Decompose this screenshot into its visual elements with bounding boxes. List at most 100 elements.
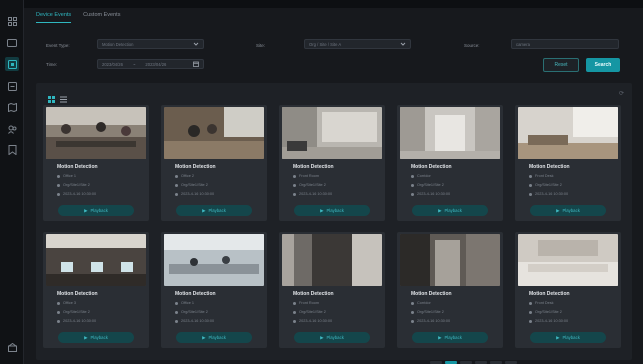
snapshot-image: [518, 234, 618, 286]
event-title: Motion Detection: [293, 291, 334, 297]
event-title: Motion Detection: [57, 164, 98, 170]
calendar-icon: [193, 61, 199, 68]
app-window: Device Events Custom Events Event Type: …: [0, 0, 643, 364]
playback-button[interactable]: ▶ Playback: [294, 205, 370, 216]
play-icon: ▶: [202, 334, 206, 340]
refresh-icon[interactable]: ⟳: [619, 90, 624, 97]
events-icon[interactable]: [5, 57, 19, 71]
playback-button[interactable]: ▶ Playback: [412, 205, 488, 216]
play-icon: ▶: [202, 207, 206, 213]
event-card[interactable]: Motion Detection Front Room Org/Site1/Si…: [279, 105, 385, 221]
event-time: 2023-4-16 10:30:00: [175, 319, 214, 323]
event-card[interactable]: Motion Detection Office 3 Org/Site1/Site…: [43, 232, 149, 348]
source-value: camera: [516, 41, 530, 47]
event-time: 2023-4-16 10:30:00: [175, 192, 214, 196]
event-device: Office 3: [57, 301, 76, 305]
camera-icon[interactable]: [5, 36, 19, 50]
event-site: Org/Site1/Site 2: [175, 183, 208, 187]
event-time: 2023-4-16 10:30:00: [293, 192, 332, 196]
event-device: Front Room: [293, 301, 319, 305]
results-panel: ⟳ Motion Detection Office 1 Org/Site1/Si…: [36, 83, 632, 360]
event-card[interactable]: Motion Detection Corridor Org/Site1/Site…: [397, 105, 503, 221]
event-tabs: Device Events Custom Events: [36, 12, 120, 23]
event-card[interactable]: Motion Detection Office 1 Org/Site1/Site…: [161, 232, 267, 348]
apps-icon[interactable]: [5, 14, 19, 28]
snapshot-image: [400, 107, 500, 159]
snapshot-image: [282, 107, 382, 159]
playback-button[interactable]: ▶ Playback: [412, 332, 488, 343]
snapshot-image: [46, 107, 146, 159]
event-time: 2023-4-16 10:30:00: [529, 192, 568, 196]
top-bar: [24, 0, 643, 8]
map-icon[interactable]: [5, 100, 19, 114]
playback-button[interactable]: ▶ Playback: [58, 205, 134, 216]
event-card[interactable]: Motion Detection Front Room Org/Site1/Si…: [279, 232, 385, 348]
play-icon: ▶: [438, 334, 442, 340]
site-select[interactable]: Org / Site / Site A: [304, 39, 411, 49]
event-card[interactable]: Motion Detection Office 1 Org/Site1/Site…: [43, 105, 149, 221]
event-title: Motion Detection: [57, 291, 98, 297]
event-site: Org/Site1/Site 2: [293, 183, 326, 187]
event-time: 2023-4-16 10:30:00: [411, 192, 450, 196]
site-value: Org / Site / Site A: [309, 41, 342, 47]
event-device: Front Desk: [529, 301, 554, 305]
event-title: Motion Detection: [175, 164, 216, 170]
event-site: Org/Site1/Site 2: [57, 310, 90, 314]
event-title: Motion Detection: [411, 164, 452, 170]
event-site: Org/Site1/Site 2: [411, 183, 444, 187]
search-button[interactable]: Search: [586, 58, 620, 72]
snapshot-image: [518, 107, 618, 159]
source-label: Source:: [464, 43, 480, 48]
playback-button[interactable]: ▶ Playback: [530, 205, 606, 216]
snapshot-image: [400, 234, 500, 286]
event-type-select[interactable]: Motion Detection: [97, 39, 204, 49]
event-card[interactable]: Motion Detection Front Desk Org/Site1/Si…: [515, 105, 621, 221]
chevron-down-icon: [193, 41, 199, 48]
event-device: Office 2: [175, 174, 194, 178]
event-title: Motion Detection: [529, 164, 570, 170]
event-site: Org/Site1/Site 2: [175, 310, 208, 314]
play-icon: ▶: [320, 334, 324, 340]
event-card[interactable]: Motion Detection Front Desk Org/Site1/Si…: [515, 232, 621, 348]
event-card[interactable]: Motion Detection Office 2 Org/Site1/Site…: [161, 105, 267, 221]
event-device: Corridor: [411, 174, 431, 178]
tab-device-events[interactable]: Device Events: [36, 12, 72, 23]
playback-button[interactable]: ▶ Playback: [176, 205, 252, 216]
event-type-label: Event Type:: [46, 43, 70, 48]
event-time: 2023-4-16 10:30:00: [57, 192, 96, 196]
play-icon: ▶: [320, 207, 324, 213]
event-card[interactable]: Motion Detection Corridor Org/Site1/Site…: [397, 232, 503, 348]
play-icon: ▶: [84, 334, 88, 340]
event-time: 2023-4-16 10:30:00: [57, 319, 96, 323]
event-site: Org/Site1/Site 2: [529, 310, 562, 314]
event-device: Front Desk: [529, 174, 554, 178]
playback-button[interactable]: ▶ Playback: [530, 332, 606, 343]
nav-rail: [0, 0, 24, 364]
event-title: Motion Detection: [293, 164, 334, 170]
event-device: Corridor: [411, 301, 431, 305]
settings-icon[interactable]: [5, 340, 19, 354]
play-icon: ▶: [438, 207, 442, 213]
event-time: 2023-4-16 10:30:00: [411, 319, 450, 323]
time-range-picker[interactable]: 2023/04/26 ~ 2023/04/26: [97, 59, 204, 69]
snapshot-image: [46, 234, 146, 286]
play-icon: ▶: [556, 334, 560, 340]
people-icon[interactable]: [5, 122, 19, 136]
site-label: Site:: [256, 43, 266, 48]
reset-button[interactable]: Reset: [543, 58, 579, 72]
time-range-separator: ~: [132, 61, 136, 67]
snapshot-image: [282, 234, 382, 286]
play-icon: ▶: [84, 207, 88, 213]
event-site: Org/Site1/Site 2: [529, 183, 562, 187]
playback-button[interactable]: ▶ Playback: [176, 332, 252, 343]
playback-button[interactable]: ▶ Playback: [294, 332, 370, 343]
play-icon: ▶: [556, 207, 560, 213]
playback-button[interactable]: ▶ Playback: [58, 332, 134, 343]
alarm-icon[interactable]: [5, 79, 19, 93]
event-device: Office 1: [57, 174, 76, 178]
report-icon[interactable]: [5, 143, 19, 157]
event-title: Motion Detection: [529, 291, 570, 297]
tab-custom-events[interactable]: Custom Events: [83, 12, 120, 23]
source-input[interactable]: camera: [511, 39, 619, 49]
time-label: Time:: [46, 62, 58, 67]
